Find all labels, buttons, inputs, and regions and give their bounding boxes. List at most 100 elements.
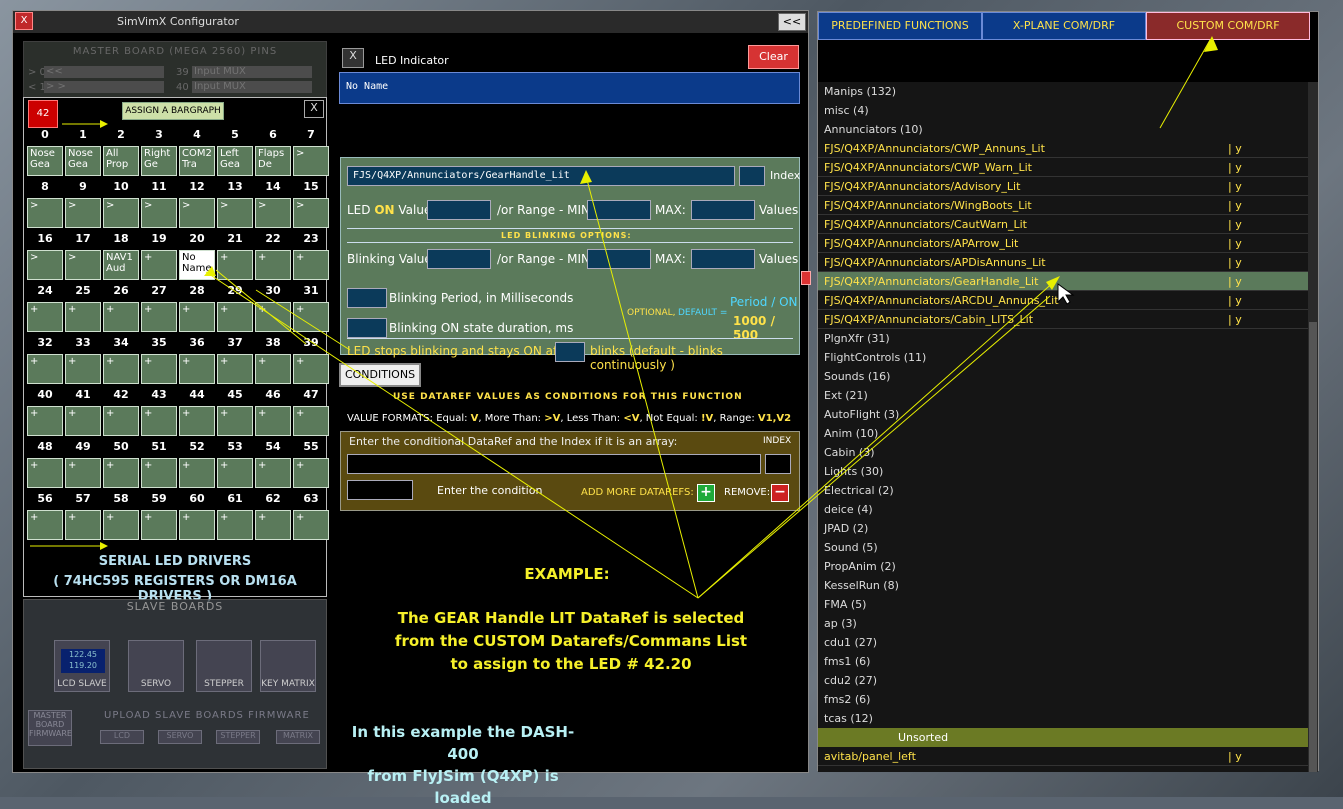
list-group[interactable]: FlightControls (11) bbox=[818, 348, 1308, 367]
led-slot[interactable]: + bbox=[65, 354, 101, 384]
led-slot[interactable]: + bbox=[255, 250, 291, 280]
led-slot[interactable]: + bbox=[65, 458, 101, 488]
blink-max-field[interactable] bbox=[691, 249, 755, 269]
list-group[interactable]: Ext (21) bbox=[818, 386, 1308, 405]
led-slot[interactable]: + bbox=[255, 406, 291, 436]
range-max-field[interactable] bbox=[691, 200, 755, 220]
range-min-field[interactable] bbox=[587, 200, 651, 220]
list-group[interactable]: Sounds (16) bbox=[818, 367, 1308, 386]
list-group[interactable]: FMA (5) bbox=[818, 595, 1308, 614]
index-field[interactable] bbox=[739, 166, 765, 186]
list-group[interactable]: cdu2 (27) bbox=[818, 671, 1308, 690]
upload-matrix-button[interactable]: MATRIX bbox=[276, 730, 320, 744]
led-slot[interactable]: + bbox=[141, 510, 177, 540]
led-slot[interactable]: + bbox=[293, 302, 329, 332]
list-group[interactable]: Anim (10) bbox=[818, 424, 1308, 443]
dataref-row[interactable]: FJS/Q4XP/Annunciators/CWP_Warn_Lit | y bbox=[818, 158, 1308, 177]
led-slot[interactable]: + bbox=[103, 510, 139, 540]
led-slot[interactable]: + bbox=[179, 302, 215, 332]
on-value-field[interactable] bbox=[427, 200, 491, 220]
master-firmware-button[interactable]: MASTER BOARD FIRMWARE bbox=[28, 710, 72, 746]
close-grid-button[interactable]: X bbox=[304, 100, 324, 118]
cond-index-input[interactable] bbox=[765, 454, 791, 474]
panel-marker[interactable] bbox=[801, 271, 811, 285]
list-group[interactable]: Annunciators (10) bbox=[818, 120, 1308, 139]
clear-button[interactable]: Clear bbox=[748, 45, 799, 69]
tab-custom-com-drf[interactable]: CUSTOM COM/DRF bbox=[1146, 12, 1310, 40]
led-board-badge[interactable]: 42 bbox=[28, 100, 58, 128]
list-scrollbar[interactable] bbox=[1308, 82, 1318, 772]
dataref-row[interactable]: FJS/Q4XP/Annunciators/WingBoots_Lit | y bbox=[818, 196, 1308, 215]
list-group[interactable]: AutoFlight (3) bbox=[818, 405, 1308, 424]
led-slot[interactable]: + bbox=[217, 510, 253, 540]
led-slot[interactable]: NAV1 Aud bbox=[103, 250, 139, 280]
dataref-row[interactable]: FJS/Q4XP/Annunciators/CWP_Annuns_Lit | y bbox=[818, 139, 1308, 158]
list-group[interactable]: Cabin (3) bbox=[818, 443, 1308, 462]
dataref-row[interactable]: FJS/Q4XP/Annunciators/Advisory_Lit | y bbox=[818, 177, 1308, 196]
led-slot[interactable]: + bbox=[65, 302, 101, 332]
led-slot[interactable]: + bbox=[293, 510, 329, 540]
list-group[interactable]: tcas (12) bbox=[818, 709, 1308, 728]
list-group[interactable]: KesselRun (8) bbox=[818, 576, 1308, 595]
key-matrix-board[interactable]: KEY MATRIX bbox=[260, 640, 316, 692]
led-close-button[interactable]: X bbox=[342, 48, 364, 68]
close-window-button[interactable]: X bbox=[15, 12, 33, 30]
lcd-slave-board[interactable]: 122.45 119.20 LCD SLAVE bbox=[54, 640, 110, 692]
list-group[interactable]: fms1 (6) bbox=[818, 652, 1308, 671]
led-slot[interactable]: + bbox=[65, 406, 101, 436]
led-slot[interactable]: + bbox=[141, 458, 177, 488]
led-slot[interactable]: > bbox=[65, 250, 101, 280]
conditions-button[interactable]: CONDITIONS bbox=[339, 363, 421, 387]
led-slot[interactable]: + bbox=[65, 510, 101, 540]
led-slot[interactable]: + bbox=[103, 458, 139, 488]
list-group[interactable]: cdu1 (27) bbox=[818, 633, 1308, 652]
led-slot[interactable]: No Name bbox=[179, 250, 215, 280]
list-group[interactable]: Sound (5) bbox=[818, 538, 1308, 557]
led-slot[interactable]: > bbox=[255, 198, 291, 228]
led-slot[interactable]: > bbox=[27, 198, 63, 228]
servo-board[interactable]: SERVO bbox=[128, 640, 184, 692]
led-slot[interactable]: > bbox=[179, 198, 215, 228]
blink-period-field[interactable] bbox=[347, 288, 387, 308]
led-slot[interactable]: + bbox=[255, 510, 291, 540]
list-group[interactable]: deice (4) bbox=[818, 500, 1308, 519]
led-slot[interactable]: + bbox=[141, 406, 177, 436]
list-group[interactable]: PlgnXfr (31) bbox=[818, 329, 1308, 348]
led-slot[interactable]: + bbox=[217, 406, 253, 436]
led-slot[interactable]: + bbox=[27, 406, 63, 436]
list-section-header[interactable]: Unsorted bbox=[818, 728, 1308, 747]
list-group[interactable]: ap (3) bbox=[818, 614, 1308, 633]
led-slot[interactable]: Nose Gea bbox=[65, 146, 101, 176]
blink-min-field[interactable] bbox=[587, 249, 651, 269]
assign-bargraph-button[interactable]: ASSIGN A BARGRAPH bbox=[122, 102, 224, 120]
dataref-row[interactable]: avitab/panel_left | y bbox=[818, 747, 1308, 766]
upload-lcd-button[interactable]: LCD bbox=[100, 730, 144, 744]
led-slot[interactable]: + bbox=[141, 354, 177, 384]
dataref-row[interactable]: FJS/Q4XP/Annunciators/APArrow_Lit | y bbox=[818, 234, 1308, 253]
led-slot[interactable]: + bbox=[27, 302, 63, 332]
led-slot[interactable]: > bbox=[293, 146, 329, 176]
led-slot[interactable]: + bbox=[27, 510, 63, 540]
led-slot[interactable]: + bbox=[179, 406, 215, 436]
list-group[interactable]: Lights (30) bbox=[818, 462, 1308, 481]
led-slot[interactable]: + bbox=[255, 354, 291, 384]
led-slot[interactable]: > bbox=[217, 198, 253, 228]
led-slot[interactable]: + bbox=[293, 250, 329, 280]
list-group[interactable]: JPAD (2) bbox=[818, 519, 1308, 538]
tab-xplane-com-drf[interactable]: X-PLANE COM/DRF bbox=[982, 12, 1146, 40]
condition-input[interactable] bbox=[347, 480, 413, 500]
scroll-thumb[interactable] bbox=[1309, 322, 1317, 772]
list-group[interactable]: Manips (132) bbox=[818, 82, 1308, 101]
led-slot[interactable]: Left Gea bbox=[217, 146, 253, 176]
collapse-button[interactable]: << bbox=[778, 13, 806, 31]
led-slot[interactable]: + bbox=[217, 354, 253, 384]
led-slot[interactable]: All Prop bbox=[103, 146, 139, 176]
led-slot[interactable]: > bbox=[293, 198, 329, 228]
led-slot[interactable]: > bbox=[141, 198, 177, 228]
dataref-row[interactable]: FJS/Q4XP/Annunciators/APDisAnnuns_Lit | y bbox=[818, 253, 1308, 272]
led-slot[interactable]: + bbox=[217, 250, 253, 280]
led-slot[interactable]: + bbox=[179, 458, 215, 488]
add-dataref-button[interactable]: + bbox=[697, 484, 715, 502]
cond-dataref-input[interactable] bbox=[347, 454, 761, 474]
led-slot[interactable]: + bbox=[141, 302, 177, 332]
